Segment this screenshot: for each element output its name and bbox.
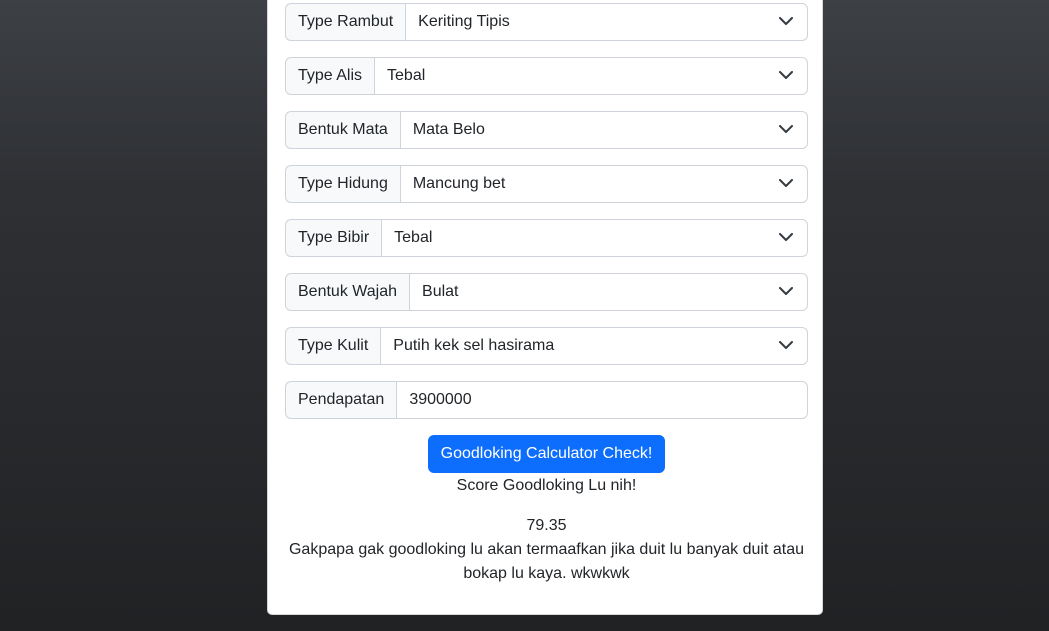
lip-type-select[interactable]: Tebal xyxy=(381,219,808,257)
chevron-down-icon xyxy=(779,341,793,349)
score-message: Gakpapa gak goodloking lu akan termaafka… xyxy=(288,541,804,582)
eyebrow-type-select[interactable]: Tebal xyxy=(374,57,808,95)
chevron-down-icon xyxy=(779,125,793,133)
nose-type-value: Mancung bet xyxy=(412,175,506,192)
hair-type-label: Type Rambut xyxy=(285,3,406,41)
face-shape-group: Bentuk Wajah Bulat xyxy=(285,273,808,311)
face-shape-label: Bentuk Wajah xyxy=(285,273,410,311)
hair-type-group: Type Rambut Keriting Tipis xyxy=(285,3,808,41)
eye-shape-value: Mata Belo xyxy=(412,121,485,138)
hair-type-select[interactable]: Keriting Tipis xyxy=(405,3,808,41)
hair-type-value: Keriting Tipis xyxy=(418,13,510,30)
lip-type-label: Type Bibir xyxy=(285,219,382,257)
eyebrow-type-group: Type Alis Tebal xyxy=(285,57,808,95)
income-input[interactable]: 3900000 xyxy=(396,381,808,419)
income-group: Pendapatan 3900000 xyxy=(285,381,808,419)
eyebrow-type-label: Type Alis xyxy=(285,57,375,95)
button-wrapper: Goodloking Calculator Check! xyxy=(285,435,808,473)
score-value: 79.35 xyxy=(526,517,567,534)
skin-type-value: Putih kek sel hasirama xyxy=(393,337,555,354)
chevron-down-icon xyxy=(779,233,793,241)
chevron-down-icon xyxy=(779,17,793,25)
nose-type-label: Type Hidung xyxy=(285,165,400,203)
skin-type-group: Type Kulit Putih kek sel hasirama xyxy=(285,327,808,365)
lip-type-value: Tebal xyxy=(394,229,433,246)
eyebrow-type-value: Tebal xyxy=(387,67,426,84)
calculator-card: Type Rambut Keriting Tipis Type Alis Teb… xyxy=(267,0,823,615)
nose-type-select[interactable]: Mancung bet xyxy=(399,165,808,203)
lip-type-group: Type Bibir Tebal xyxy=(285,219,808,257)
chevron-down-icon xyxy=(779,179,793,187)
eye-shape-select[interactable]: Mata Belo xyxy=(399,111,808,149)
score-title: Score Goodloking Lu nih! xyxy=(456,477,637,494)
eye-shape-label: Bentuk Mata xyxy=(285,111,400,149)
face-shape-select[interactable]: Bulat xyxy=(409,273,808,311)
calculator-form: Type Rambut Keriting Tipis Type Alis Teb… xyxy=(285,3,808,586)
chevron-down-icon xyxy=(779,287,793,295)
eye-shape-group: Bentuk Mata Mata Belo xyxy=(285,111,808,149)
calculate-button[interactable]: Goodloking Calculator Check! xyxy=(427,435,666,473)
chevron-down-icon xyxy=(779,71,793,79)
face-shape-value: Bulat xyxy=(422,283,459,300)
skin-type-select[interactable]: Putih kek sel hasirama xyxy=(380,327,808,365)
skin-type-label: Type Kulit xyxy=(285,327,381,365)
result-section: Score Goodloking Lu nih! 79.35 Gakpapa g… xyxy=(285,474,808,586)
nose-type-group: Type Hidung Mancung bet xyxy=(285,165,808,203)
income-label: Pendapatan xyxy=(285,381,397,419)
